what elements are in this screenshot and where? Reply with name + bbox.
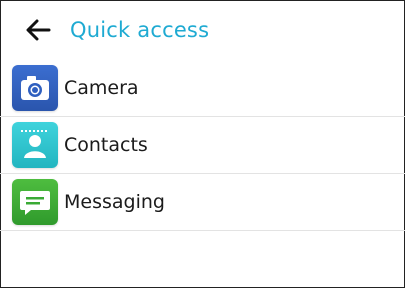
contacts-app-icon (12, 122, 58, 168)
list-item-label: Messaging (64, 191, 165, 213)
list-item-messaging[interactable]: Messaging (0, 174, 405, 231)
page-title: Quick access (70, 18, 210, 42)
app-header: Quick access (0, 0, 405, 60)
list-item-contacts[interactable]: Contacts (0, 117, 405, 174)
list-item-label: Camera (64, 77, 139, 99)
list-item-label: Contacts (64, 134, 148, 156)
arrow-left-icon (26, 19, 51, 41)
camera-icon (21, 76, 49, 100)
camera-app-icon (12, 65, 58, 111)
message-icon (20, 191, 50, 215)
app-list: Camera Contacts Messaging (0, 60, 405, 231)
messaging-app-icon (12, 179, 58, 225)
list-item-camera[interactable]: Camera (0, 60, 405, 117)
contact-icon (21, 130, 49, 158)
back-button[interactable] (24, 17, 52, 43)
